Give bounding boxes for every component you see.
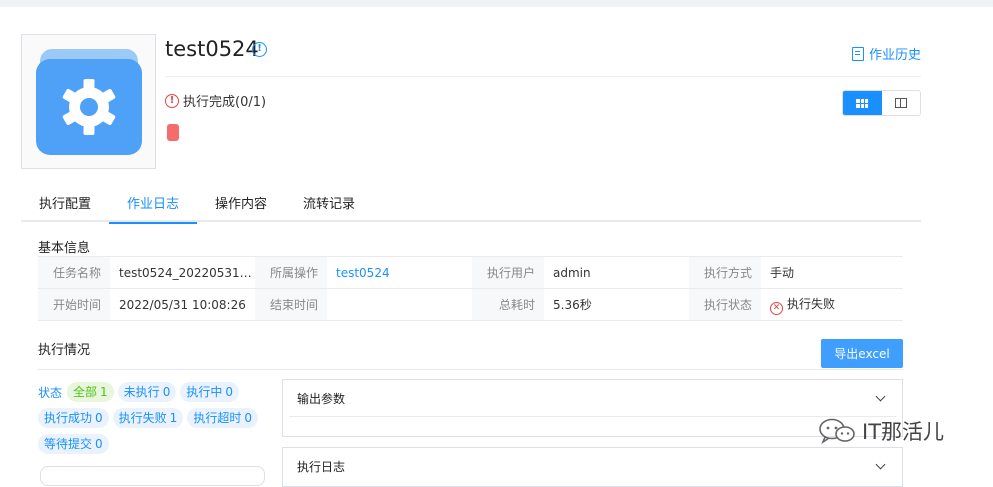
tab-operation-content[interactable]: 操作内容 xyxy=(197,188,285,222)
end-time-label: 结束时间 xyxy=(255,288,327,321)
start-time-label: 开始时间 xyxy=(38,288,110,321)
chip-count: 0 xyxy=(244,411,252,425)
table-row: 任务名称 test0524_2022053110... 所属操作 test052… xyxy=(38,256,903,289)
tab-job-log[interactable]: 作业日志 xyxy=(109,188,198,224)
chip-label: 等待提交 xyxy=(44,437,93,451)
filter-chip-not-executed[interactable]: 未执行 0 xyxy=(117,382,177,402)
job-history-link[interactable]: 作业历史 xyxy=(851,44,921,63)
task-name-label: 任务名称 xyxy=(38,256,110,289)
exec-status-value: 执行失败 xyxy=(787,296,836,311)
host-list-panel xyxy=(40,466,265,486)
exec-mode-label: 执行方式 xyxy=(689,256,761,289)
wechat-icon xyxy=(819,418,855,445)
info-icon[interactable]: ! xyxy=(252,42,267,57)
watermark: IT那活儿 xyxy=(818,416,944,446)
tab-flow-records[interactable]: 流转记录 xyxy=(285,188,373,222)
start-time-value: 2022/05/31 10:08:26 xyxy=(110,288,255,321)
status-filters: 状态 全部 1 未执行 0 执行中 0 执行成功 0 执行失败 1 执行超时 0 等待提交 0 xyxy=(38,382,270,454)
header-divider xyxy=(165,76,921,77)
gear-folder-icon xyxy=(36,49,142,155)
column-view-button[interactable] xyxy=(882,91,921,115)
exec-status-cell: ✕ 执行失败 xyxy=(761,288,903,321)
output-params-header[interactable]: 输出参数 xyxy=(283,380,902,416)
duration-value: 5.36秒 xyxy=(544,288,689,321)
chip-label: 执行成功 xyxy=(44,411,93,425)
warning-icon: ! xyxy=(165,93,179,108)
execution-status-text: 执行完成(0/1) xyxy=(183,95,267,110)
chip-count: 0 xyxy=(95,437,103,451)
grid-icon xyxy=(856,98,869,108)
filter-chip-failed[interactable]: 执行失败 1 xyxy=(112,408,184,428)
operation-link[interactable]: test0524 xyxy=(327,256,472,289)
filter-chip-all[interactable]: 全部 1 xyxy=(67,382,114,402)
tab-bar: 执行配置 作业日志 操作内容 流转记录 xyxy=(21,188,921,224)
chip-label: 全部 xyxy=(73,385,98,399)
execution-status: ! 执行完成(0/1) xyxy=(165,91,266,110)
duration-label: 总耗时 xyxy=(472,288,544,321)
operation-label: 所属操作 xyxy=(255,256,327,289)
filter-chip-executing[interactable]: 执行中 0 xyxy=(180,382,239,402)
chip-count: 1 xyxy=(100,385,108,399)
execution-divider xyxy=(38,369,903,370)
export-excel-button[interactable]: 导出excel xyxy=(821,339,903,368)
basic-info-title: 基本信息 xyxy=(38,241,91,256)
chip-label: 未执行 xyxy=(123,385,160,399)
top-bar xyxy=(0,0,993,7)
exec-user-label: 执行用户 xyxy=(472,256,544,289)
execution-title: 执行情况 xyxy=(38,343,91,358)
end-time-value xyxy=(327,288,472,321)
filter-chip-pending[interactable]: 等待提交 0 xyxy=(38,434,109,454)
grid-view-button[interactable] xyxy=(843,91,882,115)
job-logo xyxy=(21,34,156,169)
tab-execution-config[interactable]: 执行配置 xyxy=(21,188,109,222)
view-toggle xyxy=(842,90,921,116)
chip-count: 0 xyxy=(162,385,171,399)
basic-info-table: 任务名称 test0524_2022053110... 所属操作 test052… xyxy=(38,256,903,321)
filter-chip-success[interactable]: 执行成功 0 xyxy=(38,408,109,428)
execution-log-header[interactable]: 执行日志 xyxy=(283,448,902,484)
error-circle-icon: ✕ xyxy=(770,301,783,315)
table-row: 开始时间 2022/05/31 10:08:26 结束时间 总耗时 5.36秒 … xyxy=(38,288,903,321)
exec-user-value: admin xyxy=(544,256,689,289)
execution-log-panel: 执行日志 xyxy=(282,447,903,487)
filter-chip-timeout[interactable]: 执行超时 0 xyxy=(187,408,258,428)
chip-label: 执行中 xyxy=(186,385,223,399)
chip-label: 执行超时 xyxy=(193,411,242,425)
exec-mode-value: 手动 xyxy=(761,256,903,289)
chip-count: 0 xyxy=(225,385,233,399)
status-filter-label: 状态 xyxy=(38,385,63,400)
status-tag xyxy=(167,124,179,141)
output-params-panel: 输出参数 xyxy=(282,379,903,437)
chip-count: 1 xyxy=(169,411,178,425)
panel-title: 执行日志 xyxy=(297,459,346,474)
job-history-label: 作业历史 xyxy=(868,48,921,63)
panel-title: 输出参数 xyxy=(297,391,346,406)
chevron-down-icon xyxy=(875,391,886,401)
columns-icon xyxy=(894,98,907,108)
chevron-down-icon xyxy=(875,459,886,469)
exec-status-label: 执行状态 xyxy=(689,288,761,321)
page-title: test0524 xyxy=(165,37,259,61)
chip-count: 0 xyxy=(95,411,103,425)
output-params-body xyxy=(289,416,896,434)
document-icon xyxy=(851,46,864,61)
task-name-value: test0524_2022053110... xyxy=(110,256,255,289)
watermark-text: IT那活儿 xyxy=(862,420,945,444)
chip-label: 执行失败 xyxy=(118,411,167,425)
